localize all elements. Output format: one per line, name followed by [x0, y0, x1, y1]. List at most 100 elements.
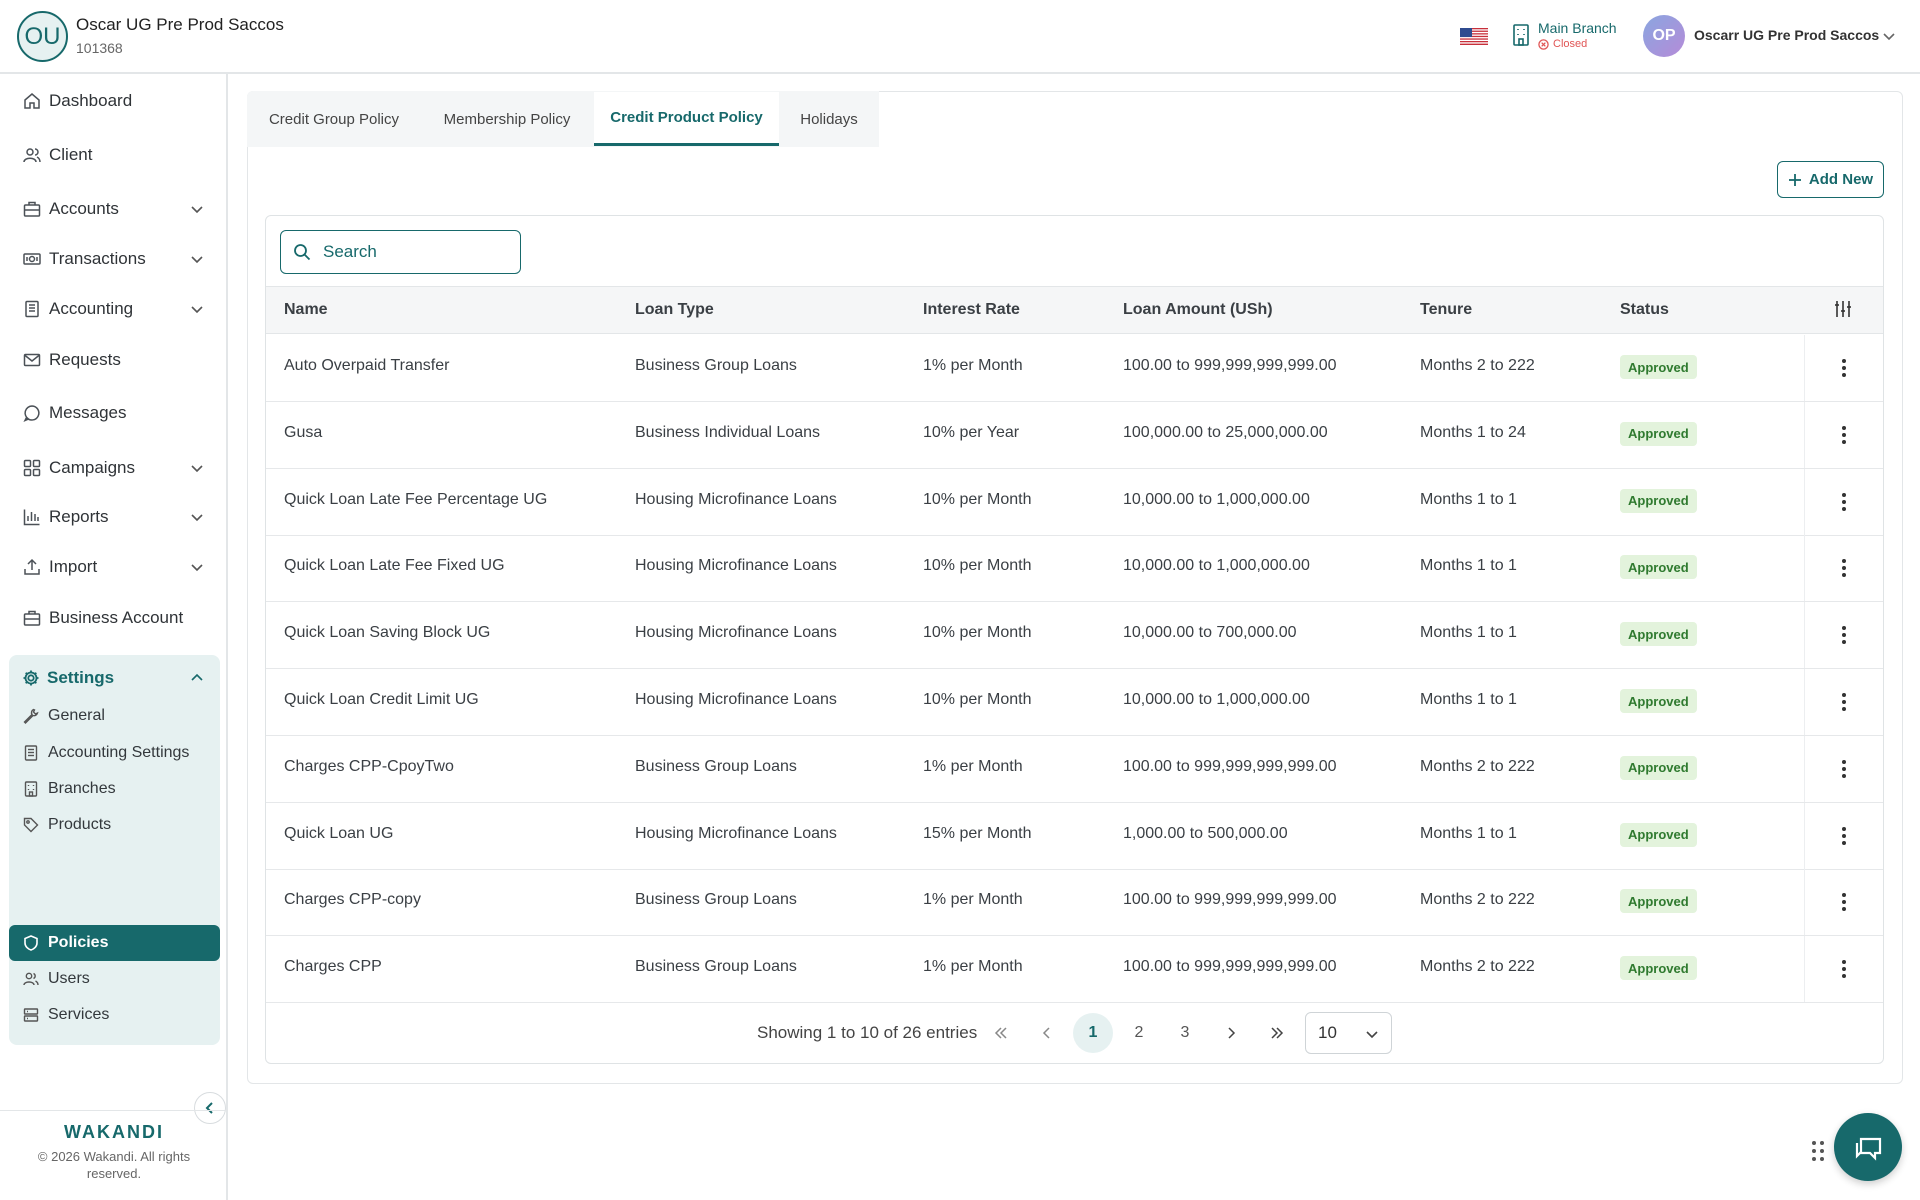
chat-support-button[interactable] — [1834, 1113, 1902, 1181]
us-flag-icon[interactable] — [1460, 28, 1488, 45]
status-badge: Approved — [1620, 355, 1697, 379]
cell-tenure: Months 2 to 222 — [1420, 357, 1535, 374]
last-page-button[interactable] — [1257, 1013, 1297, 1053]
table-row[interactable]: Charges CPP Business Group Loans 1% per Mo… — [266, 936, 1883, 1004]
status-badge: Approved — [1620, 956, 1697, 981]
row-actions-button[interactable] — [1804, 335, 1883, 401]
sidebar-item-branches[interactable]: Branches — [9, 772, 220, 806]
column-settings-icon[interactable] — [1833, 299, 1853, 319]
sidebar-item-settings[interactable]: Settings — [9, 655, 220, 701]
user-avatar[interactable]: OP — [1643, 15, 1685, 57]
page-size-value: 10 — [1318, 1023, 1337, 1042]
sidebar-item-transactions[interactable]: Transactions — [0, 239, 220, 279]
sub-item-label: General — [48, 707, 105, 724]
table-row[interactable]: Quick Loan UG Housing Microfinance Loans 1… — [266, 802, 1883, 870]
collapse-sidebar-button[interactable] — [194, 1092, 226, 1124]
row-actions-button[interactable] — [1804, 602, 1883, 669]
sidebar-item-users[interactable]: Users — [9, 962, 220, 996]
org-avatar[interactable]: OU — [17, 11, 68, 62]
cell-tenure: Months 2 to 222 — [1420, 757, 1535, 775]
tab-credit-group-policy[interactable]: Credit Group Policy — [248, 92, 420, 146]
sidebar-item-accounts[interactable]: Accounts — [0, 189, 220, 229]
chevron-down-icon — [191, 514, 203, 522]
cell-name: Charges CPP-copy — [284, 891, 421, 909]
sidebar-item-client[interactable]: Client — [0, 135, 220, 175]
page-3-button[interactable]: 3 — [1165, 1013, 1205, 1053]
column-header-interest-rate[interactable]: Interest Rate — [923, 301, 1020, 319]
first-page-button[interactable] — [981, 1013, 1021, 1053]
cell-loan-amount: 10,000.00 to 1,000,000.00 — [1123, 557, 1310, 575]
row-actions-button[interactable] — [1804, 669, 1883, 735]
chat-icon — [22, 403, 42, 423]
kebab-menu-icon — [1842, 693, 1846, 711]
chevron-down-icon — [1366, 1031, 1378, 1039]
cell-loan-type: Business Group Loans — [635, 757, 797, 775]
chevron-left-icon — [1042, 1027, 1050, 1039]
next-page-button[interactable] — [1211, 1013, 1251, 1053]
sidebar-item-label: Import — [49, 557, 98, 576]
sidebar-item-business-account[interactable]: Business Account — [0, 598, 220, 638]
sidebar-item-reports[interactable]: Reports — [0, 497, 220, 537]
cell-loan-amount: 100.00 to 999,999,999,999.00 — [1123, 757, 1337, 775]
sidebar-item-label: Business Account — [49, 608, 184, 627]
table-row[interactable]: Quick Loan Late Fee Percentage UG Housing… — [266, 468, 1883, 536]
row-actions-button[interactable] — [1804, 468, 1883, 535]
sidebar-item-label: Messages — [49, 403, 127, 422]
tab-membership-policy[interactable]: Membership Policy — [420, 92, 594, 146]
sidebar-item-label: Campaigns — [49, 458, 135, 477]
sidebar-item-requests[interactable]: Requests — [0, 340, 220, 380]
column-header-loan-amount[interactable]: Loan Amount (USh) — [1123, 301, 1273, 319]
column-header-loan-type[interactable]: Loan Type — [635, 301, 714, 319]
wrench-icon — [22, 707, 40, 725]
table-row[interactable]: Quick Loan Late Fee Fixed UG Housing Micr… — [266, 535, 1883, 603]
cell-loan-type: Business Individual Loans — [635, 423, 821, 441]
page-2-button[interactable]: 2 — [1119, 1013, 1159, 1053]
copyright-text: © 2026 Wakandi. All rights reserved. — [37, 1149, 191, 1181]
cell-name: Quick Loan UG — [284, 824, 394, 842]
cell-interest-rate: 10% per Month — [923, 691, 1032, 708]
user-name[interactable]: Oscarr UG Pre Prod Saccos — [1694, 27, 1879, 43]
add-new-button[interactable]: Add New — [1777, 161, 1884, 198]
drag-handle-icon[interactable] — [1811, 1140, 1825, 1162]
table-row[interactable]: Quick Loan Saving Block UG Housing Microf… — [266, 602, 1883, 670]
cell-name: Charges CPP — [284, 958, 382, 976]
table-row[interactable]: Charges CPP-CpoyTwo Business Group Loans 1… — [266, 735, 1883, 803]
column-header-name[interactable]: Name — [284, 301, 328, 319]
row-actions-button[interactable] — [1804, 535, 1883, 602]
sidebar-item-policies[interactable]: Policies — [9, 925, 220, 961]
sidebar-item-import[interactable]: Import — [0, 547, 220, 587]
column-header-tenure[interactable]: Tenure — [1420, 301, 1472, 319]
sidebar-item-accounting-settings[interactable]: Accounting Settings — [9, 736, 220, 770]
sidebar-item-general[interactable]: General — [9, 699, 220, 733]
sidebar-item-accounting[interactable]: Accounting — [0, 289, 220, 329]
tab-credit-product-policy[interactable]: Credit Product Policy — [594, 92, 779, 146]
cell-name: Quick Loan Late Fee Percentage UG — [284, 490, 548, 508]
sidebar-item-messages[interactable]: Messages — [0, 393, 220, 433]
table-row[interactable]: Charges CPP-copy Business Group Loans 1% p… — [266, 869, 1883, 937]
page-1-button[interactable]: 1 — [1073, 1013, 1113, 1053]
row-actions-button[interactable] — [1804, 401, 1883, 468]
tab-holidays[interactable]: Holidays — [779, 92, 879, 146]
cell-name: Gusa — [284, 423, 323, 441]
row-actions-button[interactable] — [1804, 802, 1883, 869]
sidebar-item-dashboard[interactable]: Dashboard — [0, 81, 220, 121]
branch-name[interactable]: Main Branch — [1538, 20, 1617, 36]
previous-page-button[interactable] — [1027, 1013, 1067, 1053]
column-header-status[interactable]: Status — [1620, 301, 1669, 319]
table-row[interactable]: Quick Loan Credit Limit UG Housing Microf… — [266, 669, 1883, 736]
sidebar-item-campaigns[interactable]: Campaigns — [0, 448, 220, 488]
row-actions-button[interactable] — [1804, 869, 1883, 936]
chevron-down-icon[interactable] — [1882, 29, 1896, 43]
table-row[interactable]: Auto Overpaid Transfer Business Group Loa… — [266, 335, 1883, 402]
top-bar: OU Oscar UG Pre Prod Saccos 101368 Main … — [0, 0, 1920, 74]
sidebar-item-services[interactable]: Services — [9, 998, 220, 1032]
search-input[interactable]: Search — [280, 230, 521, 274]
page-size-select[interactable]: 10 — [1305, 1012, 1392, 1054]
cell-name: Quick Loan Saving Block UG — [284, 624, 491, 642]
row-actions-button[interactable] — [1804, 735, 1883, 802]
table-row[interactable]: Gusa Business Individual Loans 10% per Yea… — [266, 401, 1883, 469]
row-actions-button[interactable] — [1804, 936, 1883, 1003]
sub-item-label: Services — [48, 1006, 110, 1023]
closed-circle-icon — [1538, 38, 1549, 50]
sidebar-item-products[interactable]: Products — [9, 808, 220, 842]
